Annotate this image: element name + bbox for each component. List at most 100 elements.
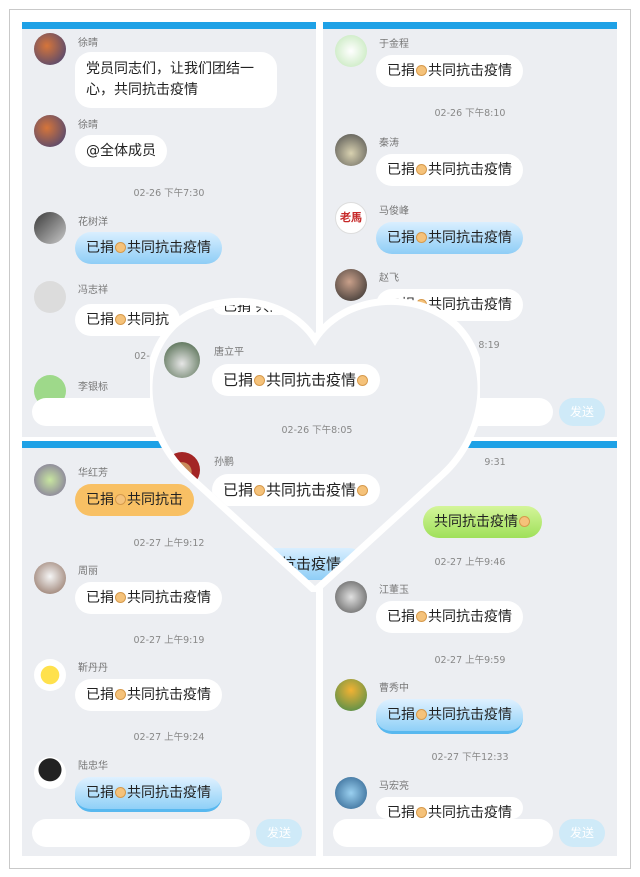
message-text: 共同抗击疫情 <box>428 162 512 178</box>
message-input[interactable] <box>333 819 553 847</box>
message-text: 共同抗击疫情 <box>266 371 357 389</box>
avatar[interactable] <box>34 464 66 496</box>
message-input[interactable] <box>32 819 250 847</box>
timestamp: 02- <box>134 351 150 362</box>
message-text: 已捐 <box>387 162 415 178</box>
sender-name: 靳丹丹 <box>78 663 108 674</box>
timestamp: 02-26 下午8:05 <box>281 425 353 436</box>
sender-name: 于金程 <box>379 39 409 50</box>
avatar[interactable] <box>335 777 367 809</box>
fist-emoji-icon <box>254 375 265 386</box>
avatar[interactable]: 老馬 <box>335 202 367 234</box>
message-text: 已捐 <box>387 230 415 246</box>
fist-emoji-icon <box>254 485 265 496</box>
sender-name: 马俊峰 <box>379 206 409 217</box>
fist-emoji-icon <box>357 485 368 496</box>
message-text: 已捐 <box>223 481 254 499</box>
sender-name: 花树洋 <box>78 217 108 228</box>
message-text: 已捐 <box>86 492 114 508</box>
avatar[interactable] <box>335 35 367 67</box>
timestamp: 02-27 上午9:19 <box>133 635 205 646</box>
avatar[interactable] <box>335 134 367 166</box>
message-text: 共同抗击疫情 <box>127 240 211 256</box>
avatar[interactable] <box>34 562 66 594</box>
message-text: 已捐 <box>86 312 114 328</box>
avatar[interactable] <box>164 342 200 378</box>
fist-emoji-icon <box>115 787 126 798</box>
message-bubble[interactable]: 已捐共同抗击疫情 <box>376 222 523 254</box>
message-bubble[interactable]: 已捐共同抗击疫情 <box>376 601 523 633</box>
fist-emoji-icon <box>416 232 427 243</box>
avatar[interactable] <box>34 33 66 65</box>
sender-name: 徐晴 <box>78 120 98 131</box>
avatar[interactable] <box>34 659 66 691</box>
fist-emoji-icon <box>416 65 427 76</box>
fist-emoji-icon <box>416 709 427 720</box>
message-text: 共同抗击疫情 <box>428 707 512 723</box>
fist-emoji-icon <box>416 611 427 622</box>
panel-header-bar <box>22 22 316 29</box>
avatar-text: 老馬 <box>340 211 362 224</box>
message-text: 共同抗击疫情 <box>127 687 211 703</box>
panel-header-bar <box>323 22 617 29</box>
sender-name: 马宏亮 <box>379 781 409 792</box>
message-text: 已捐 <box>387 805 415 819</box>
sender-name: 李银标 <box>78 382 108 393</box>
message-bubble[interactable]: 已捐共同抗击疫情 <box>75 232 222 264</box>
message-bubble[interactable]: 已捐共同抗击疫情 <box>376 154 523 186</box>
avatar[interactable] <box>34 212 66 244</box>
message-text: 已捐 <box>387 707 415 723</box>
send-button[interactable]: 发送 <box>559 398 605 426</box>
fist-emoji-icon <box>115 592 126 603</box>
timestamp: 02-26 下午8:10 <box>434 108 506 119</box>
message-text: 已捐 <box>387 609 415 625</box>
sender-name: 陆忠华 <box>78 761 108 772</box>
sender-name: 曹秀中 <box>379 683 409 694</box>
fist-emoji-icon <box>357 375 368 386</box>
message-text: 共同抗击疫情 <box>266 481 357 499</box>
fist-emoji-icon <box>416 164 427 175</box>
fist-emoji-icon <box>519 516 530 527</box>
send-button[interactable]: 发送 <box>256 819 302 847</box>
message-bubble[interactable]: 已捐共同抗击疫情 <box>212 364 380 396</box>
message-text: 已捐 <box>86 687 114 703</box>
message-bubble[interactable]: @全体成员 <box>75 135 167 167</box>
avatar[interactable] <box>34 281 66 313</box>
sender-name: 赵飞 <box>379 273 399 284</box>
sender-name: 华红芳 <box>78 468 108 479</box>
sender-name: 秦涛 <box>379 138 399 149</box>
message-bubble[interactable]: 已捐共同抗击疫情 <box>376 55 523 87</box>
message-text: 已捐 <box>223 371 254 389</box>
message-bubble[interactable]: 已捐共同抗击疫情 <box>212 474 380 506</box>
timestamp: 02-27 上午9:24 <box>133 732 205 743</box>
send-button[interactable]: 发送 <box>559 819 605 847</box>
fist-emoji-icon <box>115 242 126 253</box>
message-bubble[interactable]: 已捐共同抗击疫情 <box>376 699 523 734</box>
timestamp: 02-27 下午12:33 <box>431 752 509 763</box>
message-bubble[interactable]: 党员同志们，让我们团结一心，共同抗击疫情 <box>75 52 277 108</box>
sender-name: 冯志祥 <box>78 285 108 296</box>
message-text: 共同抗击疫情 <box>127 785 211 801</box>
sender-name: 唐立平 <box>214 347 244 358</box>
message-text: 共同抗击疫情 <box>428 609 512 625</box>
message-text: 共同抗击疫情 <box>428 805 512 819</box>
message-bubble[interactable]: 已捐共同抗击疫情 <box>75 777 222 812</box>
fist-emoji-icon <box>115 494 126 505</box>
message-text: 共同抗击疫情 <box>428 230 512 246</box>
avatar[interactable] <box>34 757 66 789</box>
message-bubble[interactable]: 已捐共同抗击疫情 <box>75 679 222 711</box>
timestamp: 9:31 <box>484 457 506 468</box>
message-text: 已捐 <box>387 63 415 79</box>
avatar[interactable] <box>335 679 367 711</box>
timestamp: 02-26 下午7:30 <box>133 188 205 199</box>
timestamp: 02-27 上午9:59 <box>434 655 506 666</box>
timestamp: 8:19 <box>478 340 500 351</box>
avatar[interactable] <box>34 115 66 147</box>
sender-name: 孙鹏 <box>214 457 234 468</box>
sender-name: 周丽 <box>78 566 98 577</box>
message-text: 共同抗击疫情 <box>428 63 512 79</box>
fist-emoji-icon <box>416 807 427 818</box>
message-text: 已捐 <box>86 240 114 256</box>
message-bubble[interactable]: 已捐共同抗击疫情 <box>376 797 523 819</box>
sender-name: 徐晴 <box>78 38 98 49</box>
